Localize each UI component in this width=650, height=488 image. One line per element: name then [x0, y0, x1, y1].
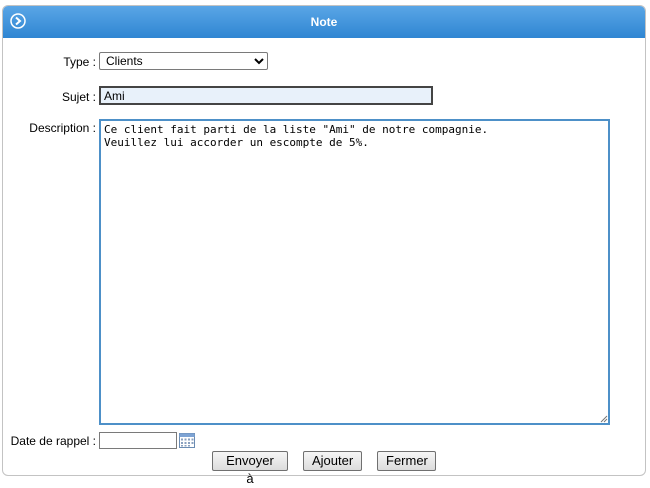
subject-label: Sujet : [61, 90, 96, 104]
subject-input[interactable] [99, 86, 433, 105]
type-select[interactable]: Clients [99, 52, 268, 70]
send-to-button[interactable]: Envoyer à [212, 451, 288, 486]
title-bar: Note [3, 6, 645, 38]
reminder-date-label: Date de rappel : [10, 434, 96, 448]
description-textarea[interactable]: Ce client fait parti de la liste "Ami" d… [99, 119, 610, 425]
dialog-title: Note [310, 15, 338, 29]
add-button[interactable]: Ajouter [303, 451, 362, 471]
resize-grip-icon[interactable] [600, 415, 608, 423]
reminder-date-input[interactable] [99, 432, 177, 449]
description-label: Description : [29, 121, 96, 135]
calendar-icon[interactable] [179, 433, 195, 448]
type-label: Type : [63, 55, 96, 69]
close-button[interactable]: Fermer [377, 451, 436, 471]
